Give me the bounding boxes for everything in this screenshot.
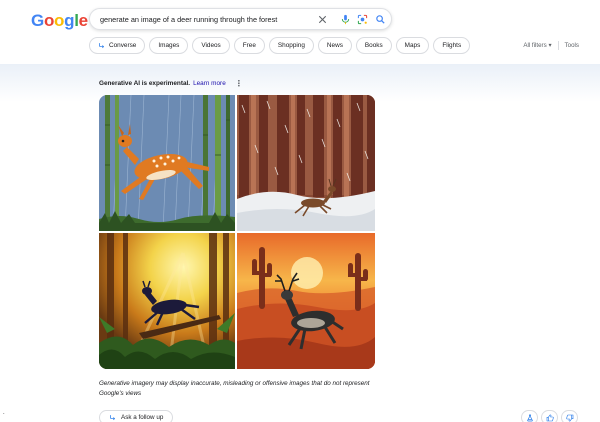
search-box xyxy=(89,8,392,30)
generated-image-jungle-deer[interactable] xyxy=(99,233,235,369)
thumbs-up-icon xyxy=(546,414,554,421)
chip-shopping[interactable]: Shopping xyxy=(268,37,314,54)
tools-button[interactable]: Tools xyxy=(565,42,579,49)
search-icon[interactable] xyxy=(374,13,387,26)
chip-news[interactable]: News xyxy=(317,37,352,54)
search-input[interactable] xyxy=(100,12,312,27)
generated-image-grid xyxy=(99,95,375,369)
thumbs-down-button[interactable] xyxy=(561,410,578,422)
side-mark: . xyxy=(3,410,5,416)
chip-converse[interactable]: Converse xyxy=(89,37,146,54)
converse-arrow-icon xyxy=(99,43,105,49)
microphone-icon[interactable] xyxy=(339,13,352,26)
search-filter-chips: Converse Images Videos Free Shopping New… xyxy=(89,37,471,54)
generated-image-desert-deer[interactable] xyxy=(237,233,375,369)
chip-flights[interactable]: Flights xyxy=(433,37,471,54)
close-icon[interactable] xyxy=(316,13,329,26)
converse-arrow-icon xyxy=(110,415,116,421)
more-options-icon[interactable]: ⋮ xyxy=(235,79,243,88)
chip-videos[interactable]: Videos xyxy=(192,37,230,54)
thumbs-up-button[interactable] xyxy=(541,410,558,422)
generated-image-bamboo-deer[interactable] xyxy=(99,95,235,231)
ask-follow-up-button[interactable]: Ask a follow up xyxy=(99,410,174,422)
divider xyxy=(557,41,559,50)
learn-more-link[interactable]: Learn more xyxy=(193,80,226,87)
chip-free[interactable]: Free xyxy=(233,37,265,54)
camera-lens-icon[interactable] xyxy=(356,13,369,26)
chevron-down-icon: ▾ xyxy=(548,42,552,49)
google-logo[interactable]: Google xyxy=(31,11,88,31)
thumbs-down-icon xyxy=(565,414,573,421)
filters-toolbar: All filters ▾ Tools xyxy=(523,41,579,50)
report-button[interactable] xyxy=(521,410,538,422)
chip-images[interactable]: Images xyxy=(149,37,189,54)
ai-header: Generative AI is experimental. Learn mor… xyxy=(99,79,243,88)
chip-books[interactable]: Books xyxy=(355,37,392,54)
flask-icon xyxy=(526,414,533,421)
generated-image-snowy-forest-deer[interactable] xyxy=(237,95,375,231)
chip-maps[interactable]: Maps xyxy=(395,37,430,54)
all-filters-button[interactable]: All filters ▾ xyxy=(523,42,551,49)
header: Google Converse Images Videos Free Shopp… xyxy=(0,0,600,66)
ai-image-disclaimer: Generative imagery may display inaccurat… xyxy=(99,380,370,397)
